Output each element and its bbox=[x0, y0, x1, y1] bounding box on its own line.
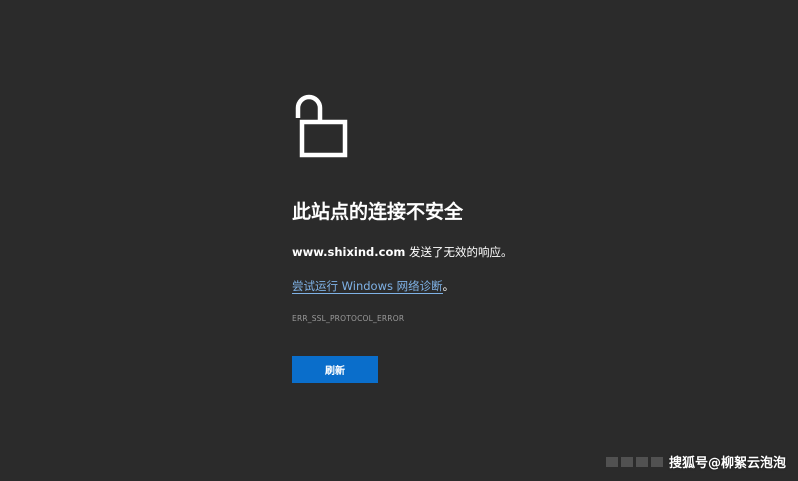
unlocked-padlock-icon bbox=[295, 94, 348, 158]
diagnose-suffix: 。 bbox=[442, 279, 455, 293]
watermark-text: 搜狐号@柳絮云泡泡 bbox=[668, 456, 786, 471]
page-title: 此站点的连接不安全 bbox=[292, 201, 464, 223]
windows-diagnostics-link[interactable]: 尝试运行 Windows 网络诊断 bbox=[292, 279, 443, 294]
site-domain: www.shixind.com bbox=[292, 245, 406, 259]
watermark: 搜狐号@柳絮云泡泡 bbox=[605, 452, 786, 471]
watermark-mosaic bbox=[605, 456, 663, 467]
refresh-button[interactable]: 刷新 bbox=[292, 356, 378, 383]
error-code: ERR_SSL_PROTOCOL_ERROR bbox=[292, 314, 405, 323]
error-content: 此站点的连接不安全 www.shixind.com 发送了无效的响应。 尝试运行… bbox=[292, 92, 712, 383]
diagnose-line: 尝试运行 Windows 网络诊断。 bbox=[292, 278, 712, 294]
error-message-text: 发送了无效的响应。 bbox=[405, 245, 513, 259]
error-message: www.shixind.com 发送了无效的响应。 bbox=[292, 244, 712, 260]
